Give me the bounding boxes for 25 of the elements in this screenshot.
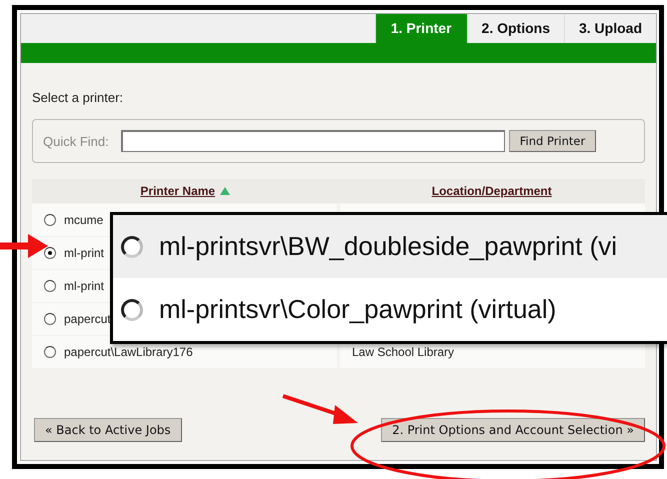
printer-name: papercut (64, 312, 111, 326)
printer-name: ml-printsvr\Color_pawprint (virtual) (159, 294, 556, 325)
radio-button[interactable] (44, 280, 56, 292)
column-header-link[interactable]: Printer Name (140, 184, 216, 198)
next-step-button[interactable]: 2. Print Options and Account Selection » (381, 418, 645, 442)
radio-button[interactable] (121, 236, 143, 258)
radio-button[interactable] (44, 346, 56, 358)
radio-button[interactable] (44, 214, 56, 226)
quick-find-field[interactable] (120, 130, 505, 152)
column-header-link[interactable]: Location/Department (432, 184, 552, 198)
step-tab[interactable]: 1. Printer (374, 14, 467, 43)
radio-button[interactable] (44, 247, 56, 259)
back-button[interactable]: « Back to Active Jobs (34, 418, 182, 442)
printer-name: ml-printsvr\BW_doubleside_pawprint (vi (159, 231, 618, 262)
printer-name: mcume (64, 213, 104, 227)
radio-button[interactable] (121, 298, 143, 320)
find-printer-button[interactable]: Find Printer (508, 130, 596, 152)
printer-location: Law School Library (352, 345, 454, 359)
printer-name: ml-print (64, 246, 104, 260)
arrow-annotation (0, 234, 48, 258)
radio-button[interactable] (44, 313, 56, 325)
quick-find-label: Quick Find: (43, 134, 109, 148)
instruction-text: Select a printer: (32, 90, 124, 105)
printer-name: ml-print (64, 279, 104, 293)
printer-name: papercut\LawLibrary176 (64, 345, 193, 359)
